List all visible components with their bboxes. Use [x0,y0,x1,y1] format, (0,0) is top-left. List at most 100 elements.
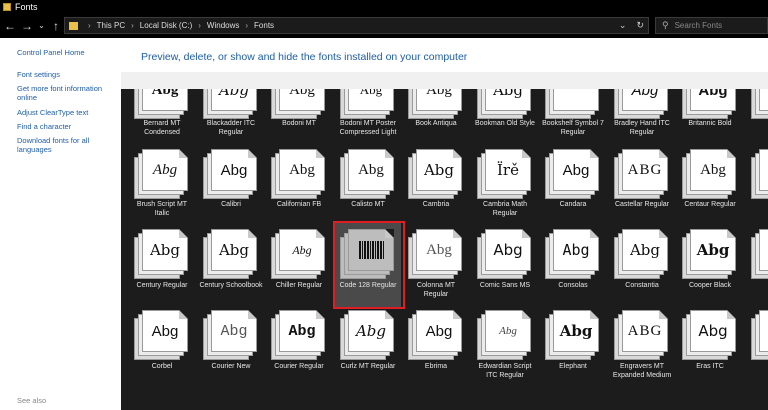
address-dropdown-icon[interactable]: ⌄ [619,20,627,31]
font-sample-text: Abg [700,161,726,178]
navigation-bar: ← → ⌄ ↑ › This PC › Local Disk (C:) › Wi… [0,14,768,38]
font-file-icon: Ïrě [477,149,533,199]
control-panel-home-link[interactable]: Control Panel Home [17,48,117,57]
font-file-icon: Abg [477,89,533,119]
font-file-icon: Abg [340,149,396,199]
font-sample-text: Abg [492,89,524,99]
font-file-icon: Abg [614,89,670,119]
font-file-icon: Abg [271,229,327,279]
font-name-label: Corbel [151,363,173,370]
breadcrumb-fonts[interactable]: Fonts [254,21,274,30]
font-name-label: Century Schoolbook [199,282,263,289]
breadcrumb-local-disk[interactable]: Local Disk (C:) [140,21,192,30]
font-file-icon: Abg [271,89,327,119]
font-name-label: Californian FB [276,201,322,208]
font-name-label: B [747,119,768,128]
font-sample-text: Abg [696,241,730,259]
fonts-folder-icon [69,21,78,30]
font-name-label: Ebrima [424,363,448,370]
font-file-icon: Abg [203,229,259,279]
font-name-label: Cambria Math Regular [483,201,527,217]
font-file-icon: Abg [682,89,738,119]
font-name-label: Cambria [422,201,450,208]
font-file-icon: Abg [477,310,533,360]
command-bar [121,72,768,89]
font-name-label: Britannic Bold [688,120,732,127]
font-grid: Abg Bernard MT Condensed Abg Blackadder ITC… [121,89,768,410]
refresh-icon[interactable]: ↻ [636,20,644,31]
font-name-label: Engravers MT Expanded Medium [612,363,672,379]
see-also-heading: See also [17,396,47,405]
font-name-label: Eras ITC [696,363,724,370]
font-name-label: Curlz MT Regular [340,363,396,370]
font-file-icon: Abg [340,89,396,119]
font-name-label: Cooper Black [688,282,732,289]
font-file-icon: Abg [134,229,190,279]
font-name-label: Cop [747,281,768,290]
font-name-label: Calisto MT [351,201,385,208]
font-name-label: Brush Script MT Italic [136,201,188,217]
font-sample-text: Abg [220,322,248,340]
font-file-icon: Abg [134,149,190,199]
font-file-icon [545,89,601,119]
font-file-icon: Abg [408,310,464,360]
font-sample-text: ABG [627,322,663,339]
font-name-label: Blackadder ITC Regular [206,120,256,136]
font-sample-text: Abg [562,161,590,179]
font-file-icon: ABG [614,310,670,360]
up-arrow-icon[interactable]: ↑ [49,14,63,38]
chevron-right-icon[interactable]: › [198,21,201,30]
breadcrumb-windows[interactable]: Windows [207,21,239,30]
font-sample-text: Abg [423,161,455,179]
font-file-icon: Abg [614,229,670,279]
font-sample-text: Abg [289,89,315,98]
search-icon: ⚲ [662,20,669,30]
font-file-icon: Abg [408,229,464,279]
font-name-label: Book Antiqua [415,120,457,127]
chevron-right-icon[interactable]: › [245,21,248,30]
cleartype-link[interactable]: Adjust ClearType text [17,108,117,117]
font-file-icon: Abg [682,149,738,199]
font-sample-text: Ïrě [497,161,519,179]
font-file-icon: Ab [751,310,768,360]
recent-locations-chevron-icon[interactable]: ⌄ [37,14,46,38]
font-name-label: Courier New [211,363,251,370]
font-sample-text: Abg [425,322,453,340]
forward-arrow-icon[interactable]: → [20,14,34,38]
address-bar[interactable]: › This PC › Local Disk (C:) › Windows › … [64,17,649,34]
chevron-right-icon[interactable]: › [131,21,134,30]
font-name-label: Bradley Hand ITC Regular [614,120,670,136]
back-arrow-icon[interactable]: ← [3,14,17,38]
font-sample-text: Abg [562,241,590,259]
font-name-label: Calibri [221,201,241,208]
font-sample-text: Abg [151,89,179,98]
font-name-label: Candara [559,201,587,208]
font-file-icon: ABG [614,149,670,199]
font-sample-text: Abg [220,161,248,179]
font-sample-text: Abg [149,241,181,259]
font-name-label: Bernard MT Condensed [143,120,181,136]
font-file-icon: Abg [545,310,601,360]
font-file-icon: Ab [751,149,768,199]
font-name-label: Centaur Regular [684,201,736,208]
font-sample-text: Abg [426,241,452,258]
search-placeholder[interactable]: Search Fonts [675,21,723,30]
font-sample-text: Abg [359,89,383,97]
font-sample-text: Abg [218,241,250,259]
breadcrumb-this-pc[interactable]: This PC [97,21,125,30]
chevron-right-icon[interactable]: › [88,21,91,30]
font-name-label: Consolas [558,282,588,289]
font-name-label: Comic Sans MS [479,282,531,289]
download-fonts-link[interactable]: Download fonts for all languages [17,136,117,154]
font-file-icon: Abg [203,310,259,360]
search-box[interactable]: ⚲ Search Fonts [655,17,768,34]
font-file-icon: Abg [682,310,738,360]
font-file-icon: Abg [203,149,259,199]
font-file-icon: Abg [340,310,396,360]
find-character-link[interactable]: Find a character [17,122,117,131]
more-font-info-link[interactable]: Get more font information online [17,84,117,102]
font-sample-text: Abg [289,161,315,178]
font-name-label: Bodoni MT Poster Compressed Light [339,120,397,136]
font-name-label: Elephant [559,363,587,370]
font-settings-link[interactable]: Font settings [17,70,117,79]
